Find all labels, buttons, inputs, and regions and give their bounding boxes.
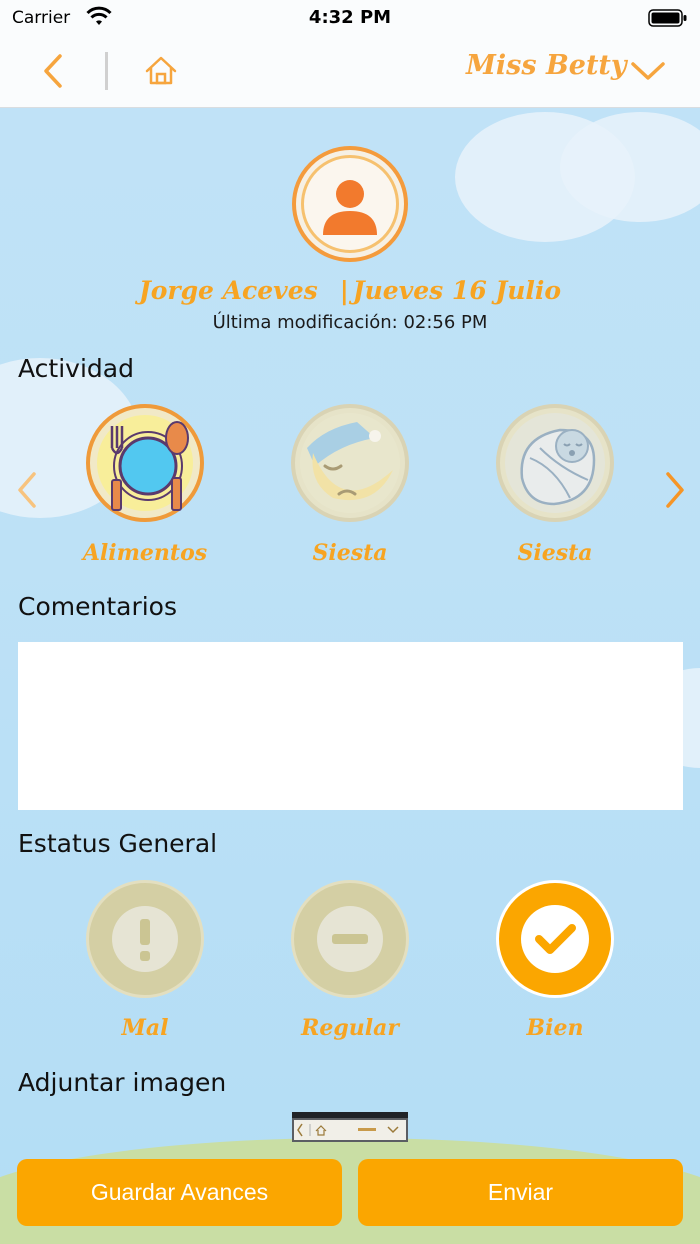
carousel-next-icon[interactable]: [660, 470, 690, 510]
status-option-mal[interactable]: [86, 880, 204, 998]
nav-bar: Miss Betty: [0, 38, 700, 108]
moon-sleep-icon: [300, 413, 400, 513]
baby-sleep-icon: [505, 413, 605, 513]
status-label-bien: Bien: [526, 1015, 584, 1041]
status-bar: Carrier 4:32 PM: [0, 0, 700, 38]
child-separator: |: [339, 276, 349, 305]
thumbnail-screenshot-icon: [297, 1123, 399, 1137]
activity-item-alimentos[interactable]: [86, 404, 204, 522]
minus-icon: [317, 906, 383, 972]
comments-label: Comentarios: [18, 592, 177, 621]
avatar-inner: [301, 155, 399, 253]
last-modified: Última modificación: 02:56 PM: [212, 312, 488, 333]
battery-icon: [648, 9, 687, 27]
food-plate-icon: [97, 415, 193, 511]
carousel-prev-icon[interactable]: [12, 470, 42, 510]
child-info: Jorge Aceves | Jueves 16 Julio: [0, 276, 700, 305]
exclamation-icon: [112, 906, 178, 972]
activity-item-siesta-2[interactable]: [496, 404, 614, 522]
status-label: Estatus General: [18, 829, 218, 858]
back-icon[interactable]: [36, 52, 72, 90]
activity-label-siesta-1: Siesta: [312, 540, 388, 566]
home-icon[interactable]: [142, 52, 180, 90]
save-progress-button[interactable]: Guardar Avances: [17, 1159, 342, 1226]
activity-item-siesta-1[interactable]: [291, 404, 409, 522]
status-option-regular[interactable]: [291, 880, 409, 998]
activity-label-alimentos: Alimentos: [82, 540, 208, 566]
activity-label: Actividad: [18, 354, 134, 383]
teacher-name[interactable]: Miss Betty: [466, 50, 627, 81]
child-date: Jueves 16 Julio: [352, 276, 562, 305]
child-avatar[interactable]: [292, 146, 408, 262]
attached-image-thumbnail[interactable]: [292, 1112, 408, 1142]
status-label-mal: Mal: [121, 1015, 169, 1041]
child-name: Jorge Aceves: [138, 276, 318, 305]
comments-input[interactable]: [18, 642, 683, 810]
thumbnail-preview: [294, 1120, 406, 1140]
check-icon: [521, 905, 589, 973]
activity-label-siesta-2: Siesta: [517, 540, 593, 566]
nav-divider: [105, 52, 108, 90]
chevron-down-icon[interactable]: [628, 56, 668, 86]
status-option-bien[interactable]: [496, 880, 614, 998]
person-icon: [323, 180, 377, 235]
send-button[interactable]: Enviar: [358, 1159, 683, 1226]
attach-label: Adjuntar imagen: [18, 1068, 227, 1097]
status-label-regular: Regular: [301, 1015, 399, 1041]
clock-label: 4:32 PM: [308, 7, 392, 28]
